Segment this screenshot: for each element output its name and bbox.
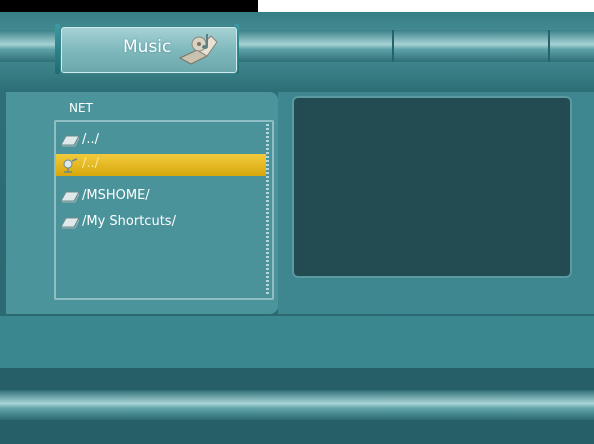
list-item-label: /../ bbox=[82, 132, 100, 147]
list-item[interactable]: /../ bbox=[56, 130, 266, 152]
content-lower-band bbox=[0, 316, 594, 368]
header-rail-groove bbox=[548, 30, 550, 62]
top-letterbox-white bbox=[258, 0, 594, 12]
list-item-selected[interactable]: /../ bbox=[56, 154, 266, 176]
page-title: Music bbox=[123, 37, 172, 57]
music-note-disc-icon bbox=[177, 30, 221, 70]
footer-rail bbox=[0, 390, 594, 420]
header-rail-groove bbox=[392, 30, 394, 62]
folder-icon bbox=[60, 133, 80, 151]
list-item[interactable]: /MSHOME/ bbox=[56, 186, 266, 208]
list-scrollbar[interactable] bbox=[266, 124, 269, 294]
location-label: NET bbox=[69, 101, 93, 115]
section-title-tab: Music bbox=[60, 26, 238, 74]
network-icon bbox=[60, 157, 80, 177]
preview-area bbox=[292, 96, 572, 278]
list-item-label: /MSHOME/ bbox=[82, 188, 150, 203]
folder-icon bbox=[60, 215, 80, 233]
list-item[interactable]: /My Shortcuts/ bbox=[56, 212, 266, 234]
top-letterbox bbox=[0, 0, 594, 12]
list-item-label: /My Shortcuts/ bbox=[82, 214, 176, 229]
folder-icon bbox=[60, 189, 80, 207]
list-item-label: /../ bbox=[82, 156, 100, 171]
